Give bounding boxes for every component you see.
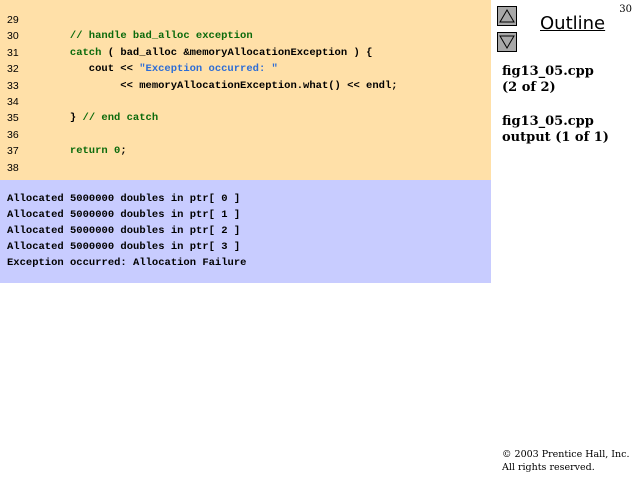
code-text: << memoryAllocationException.what() << e… <box>51 78 398 94</box>
file-name-2: fig13_05.cpp <box>502 114 594 129</box>
line-number: 35 <box>7 112 19 125</box>
line-number: 32 <box>7 63 19 76</box>
output-line: Allocated 5000000 doubles in ptr[ 0 ] <box>7 193 241 205</box>
outline-link[interactable]: Outline <box>540 13 605 34</box>
copyright-text: © 2003 Prentice Hall, Inc. <box>502 449 630 460</box>
previous-slide-button[interactable] <box>497 6 517 26</box>
slide-number: 30 <box>619 4 632 15</box>
next-slide-button[interactable] <box>497 32 517 52</box>
code-token: << memoryAllocationException.what() << e… <box>51 79 398 92</box>
line-number: 37 <box>7 145 19 158</box>
code-token: catch <box>69 46 102 59</box>
code-listing: 29 30 // handle bad_alloc exception 31 cat… <box>0 0 491 180</box>
page-info-2: output (1 of 1) <box>502 130 609 145</box>
output-line: Exception occurred: Allocation Failure <box>7 257 247 269</box>
code-token: } <box>51 112 83 125</box>
code-text: } // end catch <box>51 110 158 126</box>
line-number: 31 <box>7 46 19 59</box>
code-token: // handle bad_alloc exception <box>69 30 253 43</box>
line-number: 30 <box>7 30 19 43</box>
code-token: ; <box>120 145 127 158</box>
output-line: Allocated 5000000 doubles in ptr[ 2 ] <box>7 225 241 237</box>
rights-text: All rights reserved. <box>502 462 595 473</box>
program-output: Allocated 5000000 doubles in ptr[ 0 ] All… <box>0 180 491 283</box>
file-name-1: fig13_05.cpp <box>502 64 594 79</box>
code-text: catch ( bad_alloc &memoryAllocationExcep… <box>51 45 372 61</box>
code-text: cout << "Exception occurred: " <box>51 61 278 77</box>
output-line: Allocated 5000000 doubles in ptr[ 3 ] <box>7 241 241 253</box>
code-token: return <box>69 145 108 158</box>
line-number: 33 <box>7 79 19 92</box>
line-number: 34 <box>7 96 19 108</box>
page-info-1: (2 of 2) <box>502 80 556 95</box>
line-number: 36 <box>7 128 19 141</box>
code-text: // handle bad_alloc exception <box>51 28 253 44</box>
up-arrow-icon <box>499 9 515 23</box>
code-token: "Exception occurred: " <box>139 63 278 76</box>
code-token: cout << <box>51 63 140 76</box>
line-number: 38 <box>7 161 19 174</box>
output-line: Allocated 5000000 doubles in ptr[ 1 ] <box>7 209 241 221</box>
code-token: // end catch <box>82 112 159 125</box>
down-arrow-icon <box>499 35 515 49</box>
code-text: return 0; <box>51 143 127 159</box>
line-number: 29 <box>7 14 19 26</box>
code-token: ( bad_alloc &memoryAllocationException )… <box>101 46 373 59</box>
